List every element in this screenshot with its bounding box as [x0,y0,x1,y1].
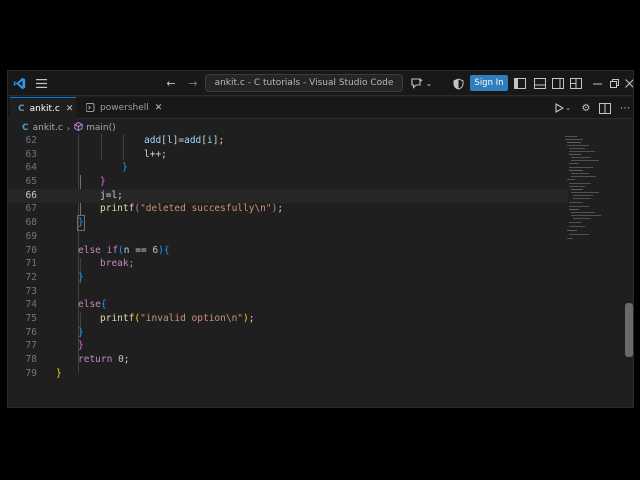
gear-icon[interactable]: ⚙ [579,100,593,116]
vscode-window: ← → ankit.c - C tutorials - Visual Studi… [7,70,634,408]
close-icon[interactable]: ✕ [155,103,163,113]
editor-tab-bar: C ankit.c ✕ powershell ✕ ⌄ ⚙ ⋯ [8,97,633,119]
c-file-icon: C [18,103,25,114]
tab-ankit-c[interactable]: C ankit.c ✕ [10,97,76,119]
menu-icon[interactable] [34,75,48,92]
tab-powershell[interactable]: powershell ✕ [78,97,162,119]
code-line: 76 } [25,327,84,338]
arrow-left-icon[interactable]: ← [164,75,178,92]
code-text: } [122,162,128,173]
shield-icon[interactable] [451,75,465,92]
code-line: 63 l++; [25,149,167,160]
code-line: 62 add[l]=add[i]; [25,135,225,146]
code-text: } [77,215,85,231]
code-line: 64 } [25,162,128,173]
minimap[interactable] [561,134,621,254]
tab-label: powershell [100,103,149,113]
code-line: 65 } [25,176,106,187]
arrow-right-icon[interactable]: → [186,75,200,92]
ellipsis-icon[interactable]: ⋯ [618,100,632,116]
code-text: else if(n == 6){ [78,245,170,256]
code-line: 68 } [25,215,85,231]
code-text: return 0; [78,354,130,365]
c-file-icon: C [22,123,29,133]
tab-label: ankit.c [29,103,60,114]
code-line: 75 printf("invalid option\n"); [25,313,255,324]
code-text: else{ [78,299,107,310]
code-line: 74 else{ [25,299,107,310]
code-line: 73 [25,286,37,297]
code-text: } [78,327,84,338]
code-text: } [78,340,84,351]
vscode-logo-icon [11,75,27,92]
toggle-secondary-sidebar-icon[interactable] [551,75,565,92]
chevron-down-icon[interactable]: ⌄ [424,75,434,92]
command-center-title[interactable]: ankit.c - C tutorials - Visual Studio Co… [205,74,403,92]
code-line-current: 66 j=l; [8,189,568,203]
code-line: 78 return 0; [25,354,130,365]
code-line: 69 [25,231,37,242]
minimize-icon[interactable] [591,75,603,92]
chevron-down-icon[interactable]: ⌄ [564,100,572,116]
breadcrumb-symbol[interactable]: main() [86,123,116,133]
code-line: 72 } [25,272,84,283]
code-editor[interactable]: 62 add[l]=add[i]; 63 l++; 64 } 65 } 66 j… [8,134,568,406]
code-text: } [56,368,62,379]
code-text: } [100,176,106,187]
vertical-scrollbar-thumb[interactable] [625,303,633,357]
code-text: printf("deleted succesfully\n"); [100,203,284,214]
code-line: 67 printf("deleted succesfully\n"); [25,203,284,214]
breadcrumb-file[interactable]: ankit.c [33,123,63,133]
chevron-right-icon: › [66,123,71,133]
code-line: 77 } [25,340,84,351]
code-line: 79 } [25,368,62,379]
powershell-icon [85,102,95,114]
close-window-icon[interactable] [623,75,633,92]
function-symbol-icon [74,121,83,134]
code-text: printf("invalid option\n"); [100,313,255,324]
copilot-chat-icon[interactable] [410,75,424,92]
close-icon[interactable]: ✕ [66,104,74,114]
code-text: add[l]=add[i]; [144,135,225,146]
toggle-panel-icon[interactable] [533,75,547,92]
code-text: l++; [144,149,167,160]
breadcrumb: C ankit.c › main() [22,121,116,135]
code-line: 71 break; [25,258,135,269]
restore-icon[interactable] [608,75,620,92]
code-line: 70 else if(n == 6){ [25,245,170,256]
customize-layout-icon[interactable] [569,75,583,92]
split-editor-icon[interactable] [598,100,612,116]
toggle-sidebar-icon[interactable] [513,75,527,92]
code-text: break; [100,258,135,269]
code-text: } [78,272,84,283]
code-text: j=l; [100,190,123,201]
sign-in-button[interactable]: Sign In [470,75,508,91]
title-bar: ← → ankit.c - C tutorials - Visual Studi… [8,71,633,96]
